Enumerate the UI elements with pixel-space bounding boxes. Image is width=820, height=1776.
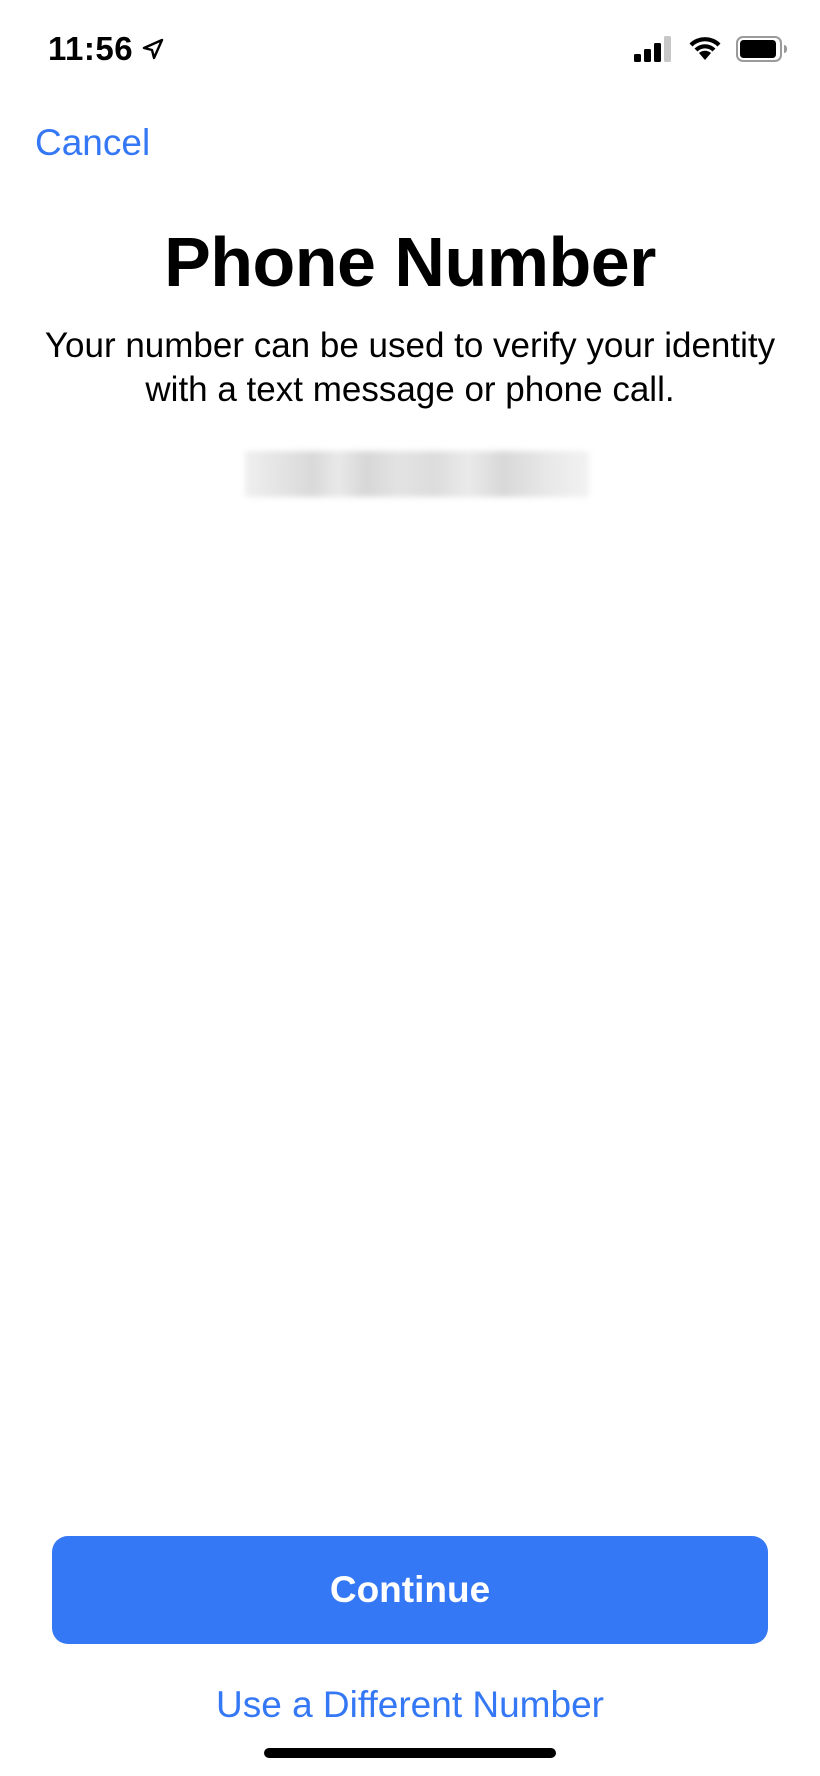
use-different-number-button[interactable]: Use a Different Number (0, 1684, 820, 1726)
status-time: 11:56 (48, 30, 165, 68)
status-icons (634, 36, 788, 62)
wifi-icon (689, 37, 721, 60)
battery-icon (736, 36, 787, 62)
page-title: Phone Number (164, 223, 656, 301)
location-arrow-icon (142, 38, 164, 60)
cellular-signal-icon (634, 36, 671, 62)
page-subtitle: Your number can be used to verify your i… (44, 326, 776, 409)
home-indicator (264, 1748, 556, 1758)
continue-button[interactable]: Continue (52, 1536, 768, 1644)
phone-number-value-redacted (245, 451, 589, 497)
cancel-button[interactable]: Cancel (35, 122, 150, 164)
time-label: 11:56 (48, 30, 134, 67)
status-bar: 11:56 (0, 0, 820, 100)
